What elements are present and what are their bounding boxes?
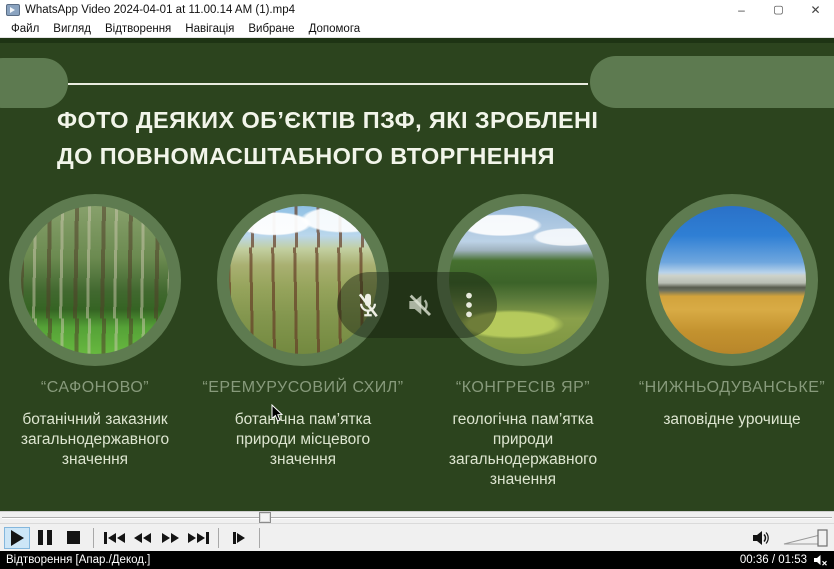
- time-display: 00:36 / 01:53: [740, 554, 807, 566]
- rewind-button[interactable]: [129, 527, 155, 549]
- fast-forward-icon: [162, 533, 179, 543]
- media-player-window: WhatsApp Video 2024-04-01 at 11.00.14 AM…: [0, 0, 834, 569]
- pause-icon: [38, 530, 52, 545]
- video-display-area[interactable]: ФОТО ДЕЯКИХ ОБ’ЄКТІВ ПЗФ, ЯКІ ЗРОБЛЕНІ Д…: [0, 38, 834, 511]
- steppe-photo: [658, 206, 806, 354]
- item-name: “ЕРЕМУРУСОВИЙ СХИЛ”: [202, 379, 403, 397]
- title-bar: WhatsApp Video 2024-04-01 at 11.00.14 AM…: [0, 0, 834, 20]
- more-options-icon: [457, 290, 481, 320]
- frame-step-icon: [233, 532, 245, 544]
- toolbar-separator: [93, 528, 94, 548]
- playback-toolbar: [0, 523, 834, 551]
- skip-to-start-button[interactable]: [101, 527, 127, 549]
- speaker-muted-icon: [404, 289, 436, 321]
- title-divider-line: [68, 83, 588, 85]
- menu-favorites[interactable]: Вибране: [241, 23, 301, 35]
- skip-to-start-icon: [104, 532, 125, 544]
- volume-icon[interactable]: [750, 529, 774, 547]
- frame-step-button[interactable]: [226, 527, 252, 549]
- item-description: ботанічний заказник загальнодержавного з…: [0, 410, 191, 470]
- menu-navigation[interactable]: Навігація: [178, 23, 241, 35]
- slide-item-safonovo: “САФОНОВО” ботанічний заказник загальнод…: [0, 194, 200, 470]
- video-top-strip: [0, 38, 834, 43]
- decorative-pill-left: [0, 58, 68, 108]
- item-description: заповідне урочище: [632, 410, 832, 430]
- skip-to-end-button[interactable]: [185, 527, 211, 549]
- skip-to-end-icon: [188, 532, 209, 544]
- maximize-button[interactable]: ▢: [760, 0, 797, 20]
- slide-item-kongresiv-yar: “КОНГРЕСІВ ЯР” геологічна пам’ятка приро…: [418, 194, 628, 491]
- photo-circle: [646, 194, 818, 366]
- slide-title-line2: ДО ПОВНОМАСШТАБНОГО ВТОРГНЕННЯ: [57, 138, 677, 174]
- toolbar-separator: [218, 528, 219, 548]
- audio-muted-icon: [813, 554, 828, 566]
- menu-view[interactable]: Вигляд: [46, 23, 98, 35]
- app-icon: [6, 4, 20, 16]
- volume-slider[interactable]: [782, 527, 830, 549]
- slide-title-line1: ФОТО ДЕЯКИХ ОБ’ЄКТІВ ПЗФ, ЯКІ ЗРОБЛЕНІ: [57, 102, 677, 138]
- window-title: WhatsApp Video 2024-04-01 at 11.00.14 AM…: [25, 4, 295, 16]
- rewind-icon: [134, 533, 151, 543]
- status-bar: Відтворення [Апар./Декод.] 00:36 / 01:53: [0, 551, 834, 569]
- decorative-pill-right: [590, 56, 834, 108]
- playback-status-text: Відтворення [Апар./Декод.]: [6, 554, 150, 566]
- menu-bar: Файл Вигляд Відтворення Навігація Вибран…: [0, 20, 834, 38]
- stop-button[interactable]: [60, 527, 86, 549]
- toolbar-separator: [259, 528, 260, 548]
- forest-photo: [21, 206, 169, 354]
- seek-thumb[interactable]: [259, 512, 271, 523]
- menu-playback[interactable]: Відтворення: [98, 23, 178, 35]
- fast-forward-button[interactable]: [157, 527, 183, 549]
- minimize-button[interactable]: –: [723, 0, 760, 20]
- slide-title: ФОТО ДЕЯКИХ ОБ’ЄКТІВ ПЗФ, ЯКІ ЗРОБЛЕНІ Д…: [57, 102, 677, 174]
- menu-file[interactable]: Файл: [4, 23, 46, 35]
- menu-help[interactable]: Допомога: [302, 23, 368, 35]
- mouse-cursor: [271, 404, 284, 423]
- call-controls-overlay: [337, 272, 497, 338]
- item-description: ботанічна пам’ятка природи місцевого зна…: [210, 410, 396, 470]
- item-name: “САФОНОВО”: [41, 379, 149, 397]
- item-description: геологічна пам’ятка природи загальнодерж…: [435, 410, 611, 491]
- item-name: “НИЖНЬОДУВАНСЬКЕ”: [639, 379, 825, 397]
- mic-muted-icon: [353, 290, 383, 320]
- item-name: “КОНГРЕСІВ ЯР”: [456, 379, 590, 397]
- photo-circle: [9, 194, 181, 366]
- slide-item-nyzhnoduvanske: “НИЖНЬОДУВАНСЬКЕ” заповідне урочище: [627, 194, 834, 430]
- seek-bar[interactable]: [0, 511, 834, 523]
- stop-icon: [67, 531, 80, 544]
- play-button[interactable]: [4, 527, 30, 549]
- play-icon: [11, 530, 24, 546]
- close-button[interactable]: ✕: [797, 0, 834, 20]
- pause-button[interactable]: [32, 527, 58, 549]
